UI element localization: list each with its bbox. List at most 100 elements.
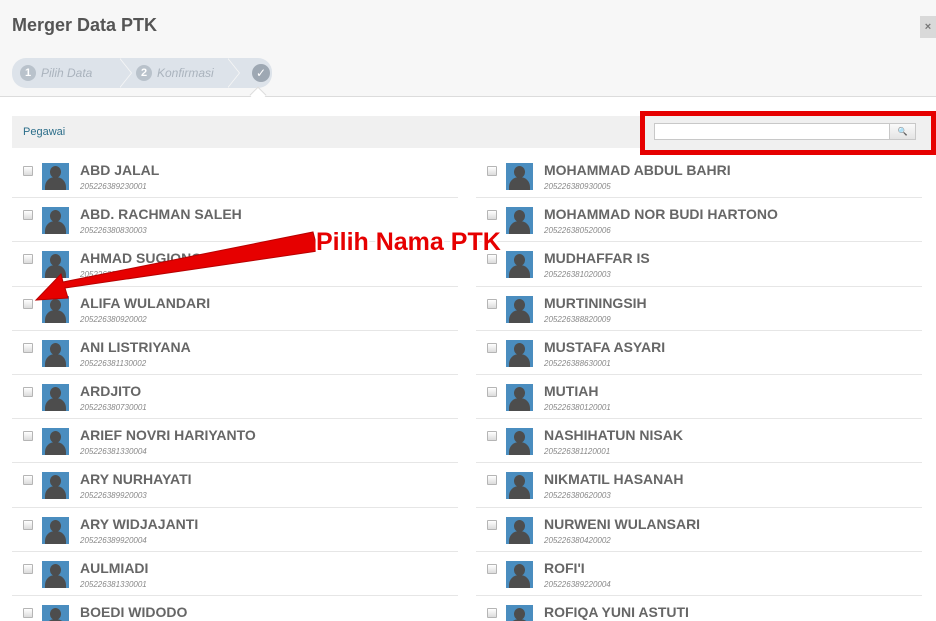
list-item[interactable]: MURTININGSIH 205226388820009 <box>476 287 922 331</box>
avatar-icon <box>506 383 533 411</box>
employee-nip: 205226380520006 <box>544 226 611 236</box>
select-checkbox[interactable] <box>23 166 33 176</box>
list-item[interactable]: ARY NURHAYATI 205226389920003 <box>12 463 458 508</box>
select-checkbox[interactable] <box>487 386 497 397</box>
annotation-label: Pilih Nama PTK <box>316 228 501 256</box>
employee-nip: 205226380730001 <box>80 402 147 412</box>
employee-list-left: ABD JALAL 205226389230001 ABD. RACHMAN SAL… <box>12 154 458 621</box>
avatar-icon <box>42 516 69 544</box>
list-item[interactable]: ARIEF NOVRI HARIYANTO 205226381330004 <box>12 419 458 464</box>
list-item[interactable]: ALIFA WULANDARI 205226380920002 <box>12 287 458 331</box>
list-item[interactable]: NIKMATIL HASANAH 205226380620003 <box>476 463 922 508</box>
employee-name: ROFI'I <box>544 559 585 576</box>
step-label-konfirmasi: Konfirmasi <box>157 66 214 80</box>
employee-nip: 205226380420002 <box>544 535 611 545</box>
avatar-icon <box>506 604 533 621</box>
dialog-title: Merger Data PTK <box>12 15 158 35</box>
select-checkbox[interactable] <box>23 342 33 353</box>
step-separator <box>119 58 131 88</box>
employee-name: NURWENI WULANSARI <box>544 515 701 532</box>
avatar-icon <box>506 251 533 279</box>
employee-name: ALIFA WULANDARI <box>80 294 211 311</box>
employee-nip: 205226380920002 <box>80 314 147 324</box>
employee-nip: 205226381 <box>80 270 121 280</box>
employee-name: MUSTAFA ASYARI <box>544 338 666 355</box>
employee-name: MOHAMMAD NOR BUDI HARTONO <box>544 206 778 223</box>
employee-nip: 205226388630001 <box>544 358 611 368</box>
search-icon: 🔍 <box>897 127 908 136</box>
avatar-icon <box>506 560 533 588</box>
employee-name: AULMIADI <box>80 559 149 576</box>
select-checkbox[interactable] <box>23 386 33 397</box>
step-label-pilih-data: Pilih Data <box>41 66 93 80</box>
list-item[interactable]: ANI LISTRIYANA 205226381130002 <box>12 331 458 375</box>
employee-name: MUTIAH <box>544 382 599 399</box>
list-item[interactable]: AULMIADI 205226381330001 <box>12 552 458 596</box>
employee-nip: 205226380620003 <box>544 491 611 501</box>
list-item[interactable]: MOHAMMAD ABDUL BAHRI 205226380930005 <box>476 154 922 199</box>
select-checkbox[interactable] <box>23 431 33 442</box>
employee-nip: 205226380120001 <box>544 402 611 412</box>
select-checkbox[interactable] <box>487 519 497 530</box>
employee-nip: 205226389920003 <box>80 491 147 501</box>
employee-nip: 205226389920004 <box>80 535 147 545</box>
avatar-icon <box>42 207 69 235</box>
list-item[interactable]: MUDHAFFAR IS 205226381020003 <box>476 242 922 287</box>
employee-nip: 205226380830003 <box>80 226 147 236</box>
select-checkbox[interactable] <box>487 607 497 618</box>
select-checkbox[interactable] <box>23 519 33 530</box>
employee-name: MURTININGSIH <box>544 294 647 311</box>
step-separator <box>227 58 239 88</box>
employee-name: NASHIHATUN NISAK <box>544 427 683 444</box>
list-item[interactable]: ABD JALAL 205226389230001 <box>12 154 458 199</box>
select-checkbox[interactable] <box>23 298 33 309</box>
select-checkbox[interactable] <box>487 166 497 176</box>
list-item[interactable]: MUTIAH 205226380120001 <box>476 375 922 420</box>
select-checkbox[interactable] <box>487 298 497 309</box>
employee-name: AHMAD SUGIONO <box>80 250 203 267</box>
avatar-icon <box>42 428 69 456</box>
list-item[interactable]: MOHAMMAD NOR BUDI HARTONO 205226380520006 <box>476 198 922 243</box>
employee-name: ABD JALAL <box>80 162 160 178</box>
employee-nip: 205226381130002 <box>80 358 147 368</box>
avatar-icon <box>506 472 533 500</box>
employee-nip: 205226389220004 <box>544 579 611 589</box>
search-input[interactable] <box>654 123 890 140</box>
employee-nip: 205226388820009 <box>544 314 611 324</box>
select-checkbox[interactable] <box>23 254 33 265</box>
select-checkbox[interactable] <box>23 563 33 574</box>
employee-name: ROFIQA YUNI ASTUTI <box>544 603 689 620</box>
wizard-step-konfirmasi[interactable]: 2 Konfirmasi <box>120 58 228 88</box>
select-checkbox[interactable] <box>23 210 33 221</box>
search-button[interactable]: 🔍 <box>889 123 916 140</box>
employee-nip: 205226380930005 <box>544 182 611 191</box>
list-item[interactable]: ARDJITO 205226380730001 <box>12 375 458 420</box>
select-checkbox[interactable] <box>487 431 497 442</box>
select-checkbox[interactable] <box>487 475 497 486</box>
step-number-1: 1 <box>20 65 36 81</box>
close-icon[interactable]: × <box>920 16 936 38</box>
avatar-icon <box>506 163 533 190</box>
employee-name: MUDHAFFAR IS <box>544 250 650 267</box>
select-checkbox[interactable] <box>487 210 497 221</box>
wizard-step-pilih-data[interactable]: 1 Pilih Data <box>12 58 120 88</box>
employee-name: MOHAMMAD ABDUL BAHRI <box>544 162 731 178</box>
list-item[interactable]: NURWENI WULANSARI 205226380420002 <box>476 508 922 552</box>
list-item[interactable]: NASHIHATUN NISAK 205226381120001 <box>476 419 922 464</box>
select-checkbox[interactable] <box>23 475 33 486</box>
list-item[interactable]: BOEDI WIDODO <box>12 596 458 621</box>
employee-nip: 205226381330001 <box>80 579 147 589</box>
employee-name: ARIEF NOVRI HARIYANTO <box>80 427 256 444</box>
select-checkbox[interactable] <box>23 607 33 618</box>
step-number-2: 2 <box>136 65 152 81</box>
employee-list-right: MOHAMMAD ABDUL BAHRI 205226380930005 MOHAM… <box>476 154 922 621</box>
select-checkbox[interactable] <box>487 563 497 574</box>
filter-label-pegawai: Pegawai <box>23 126 66 138</box>
list-item[interactable]: ROFI'I 205226389220004 <box>476 552 922 596</box>
list-item[interactable]: ROFIQA YUNI ASTUTI <box>476 596 922 621</box>
list-item[interactable]: MUSTAFA ASYARI 205226388630001 <box>476 331 922 375</box>
select-checkbox[interactable] <box>487 342 497 353</box>
avatar-icon <box>506 295 533 323</box>
list-item[interactable]: ARY WIDJAJANTI 205226389920004 <box>12 508 458 552</box>
avatar-icon <box>506 516 533 544</box>
